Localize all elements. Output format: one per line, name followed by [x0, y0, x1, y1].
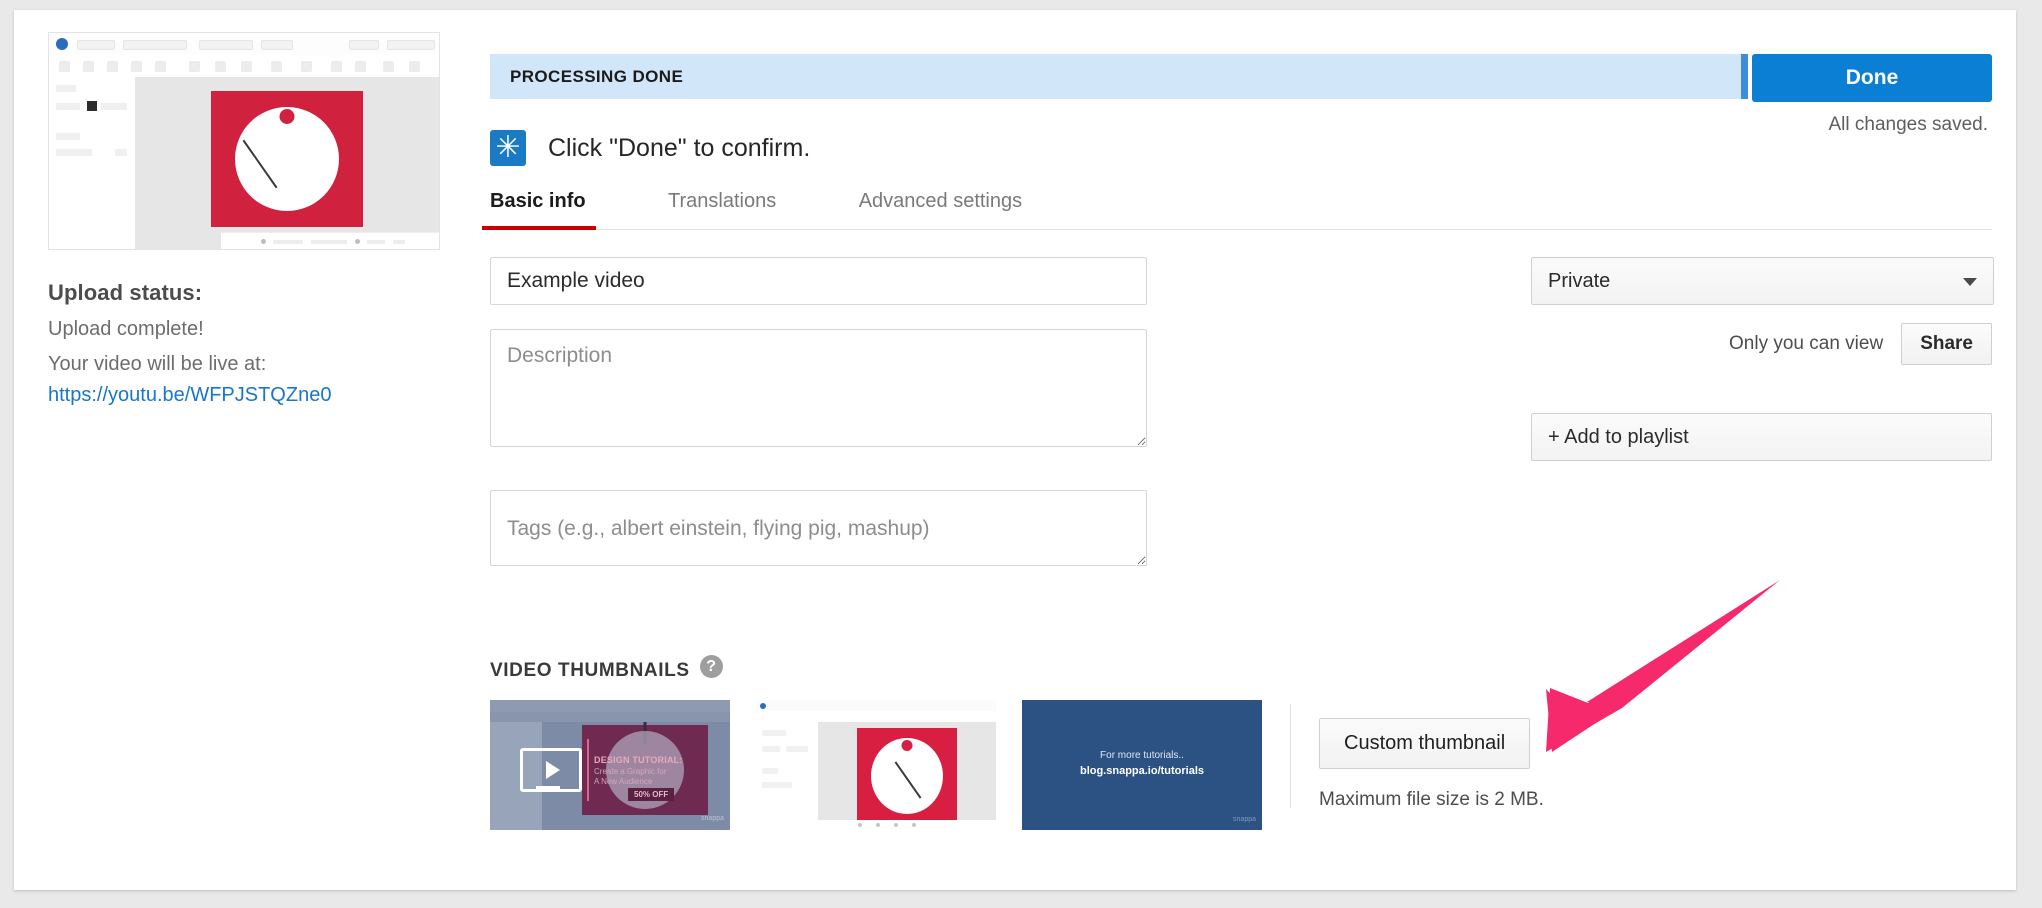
- asterisk-icon: ✳: [490, 130, 526, 166]
- preview-app-footer: [221, 232, 439, 249]
- video-title-input[interactable]: [490, 257, 1147, 305]
- thumbnail-1-badge: 50% OFF: [628, 788, 674, 801]
- thumbnail-divider: [1290, 704, 1291, 808]
- processing-status-banner: PROCESSING DONE: [490, 54, 1741, 99]
- form-left-group: [490, 257, 1147, 571]
- preview-menu-pill: [387, 40, 435, 50]
- video-url-link[interactable]: https://youtu.be/WFPJSTQZne0: [48, 384, 448, 407]
- thumbnail-1-line3: A New Audience: [594, 777, 652, 786]
- tab-translations[interactable]: Translations: [668, 182, 776, 229]
- screenshot-root: Upload status: Upload complete! Your vid…: [0, 0, 2042, 908]
- video-preview-thumbnail[interactable]: [48, 32, 440, 250]
- thumbnail-1-watermark: snappa: [701, 815, 724, 822]
- thumbnail-options-row: DESIGN TUTORIAL: Create a Graphic for A …: [490, 700, 1992, 830]
- thumbnails-label-row: VIDEO THUMBNAILS ?: [490, 660, 1992, 682]
- status-banner-row: PROCESSING DONE Done All changes saved.: [490, 32, 1992, 90]
- upload-complete-text: Upload complete!: [48, 318, 448, 341]
- share-row: Only you can view Share: [1531, 323, 1992, 365]
- video-tags-input[interactable]: [490, 490, 1147, 566]
- tab-basic-info[interactable]: Basic info: [490, 182, 586, 229]
- preview-menu-pill: [199, 40, 253, 50]
- thumbnail-1-art: DESIGN TUTORIAL: Create a Graphic for A …: [582, 725, 708, 815]
- processing-status-text: PROCESSING DONE: [510, 67, 683, 87]
- preview-app-topbar: [49, 33, 439, 56]
- thumbnail-1-line1: DESIGN TUTORIAL:: [594, 755, 683, 765]
- all-changes-saved-text: All changes saved.: [1829, 114, 1989, 136]
- preview-app-sidepanel: [49, 77, 136, 249]
- upload-status-title: Upload status:: [48, 280, 448, 306]
- left-column: Upload status: Upload complete! Your vid…: [48, 32, 448, 407]
- preview-menu-pill: [349, 40, 379, 50]
- tab-bar: Basic info Translations Advanced setting…: [490, 182, 1992, 230]
- custom-thumbnail-group: Custom thumbnail Maximum file size is 2 …: [1319, 700, 1544, 811]
- preview-app-logo-icon: [56, 38, 68, 50]
- main-column: PROCESSING DONE Done All changes saved. …: [490, 32, 1992, 90]
- share-button[interactable]: Share: [1901, 323, 1992, 365]
- video-description-input[interactable]: [490, 329, 1147, 447]
- thumbnail-3-watermark: snappa: [1233, 816, 1256, 823]
- video-thumbnails-label: VIDEO THUMBNAILS: [490, 660, 690, 682]
- upload-details-card: Upload status: Upload complete! Your vid…: [14, 10, 2016, 890]
- preview-dot-shape: [280, 109, 295, 124]
- preview-design-art: [211, 91, 363, 227]
- add-to-playlist-button[interactable]: + Add to playlist: [1531, 413, 1992, 461]
- form-right-group: Private Only you can view Share + Add to…: [1531, 257, 1992, 461]
- monitor-stand-icon: [536, 786, 560, 790]
- max-file-size-note: Maximum file size is 2 MB.: [1319, 789, 1544, 811]
- thumbnail-3-line1: For more tutorials..: [1022, 750, 1262, 761]
- tab-advanced-settings[interactable]: Advanced settings: [859, 182, 1022, 229]
- thumbnail-3-line2: blog.snappa.io/tutorials: [1022, 765, 1262, 777]
- confirm-hint-row: ✳ Click "Done" to confirm.: [490, 130, 810, 166]
- processing-banner-edge: [1741, 54, 1748, 99]
- thumbnail-option-3[interactable]: For more tutorials.. blog.snappa.io/tuto…: [1022, 700, 1262, 830]
- thumbnail-1-line2: Create a Graphic for: [594, 767, 666, 776]
- confirm-hint-text: Click "Done" to confirm.: [548, 134, 810, 163]
- preview-menu-pill: [77, 40, 115, 50]
- thumbnail-option-1[interactable]: DESIGN TUTORIAL: Create a Graphic for A …: [490, 700, 730, 830]
- preview-app-toolbar: [49, 55, 439, 78]
- preview-menu-pill: [261, 40, 293, 50]
- privacy-selected-value: Private: [1548, 270, 1610, 293]
- help-icon[interactable]: ?: [700, 655, 723, 678]
- chevron-down-icon: [1963, 278, 1977, 286]
- privacy-dropdown[interactable]: Private: [1531, 257, 1994, 305]
- preview-app-canvas: [135, 77, 439, 249]
- thumbnail-option-2[interactable]: [756, 700, 996, 830]
- video-thumbnails-section: VIDEO THUMBNAILS ? DESIGN TUTORIAL: Crea…: [490, 660, 1992, 830]
- done-button[interactable]: Done: [1752, 54, 1992, 102]
- thumbnail-2-art: [857, 728, 957, 824]
- video-live-at-label: Your video will be live at:: [48, 353, 448, 376]
- preview-menu-pill: [123, 40, 187, 50]
- visibility-note: Only you can view: [1729, 333, 1883, 355]
- custom-thumbnail-button[interactable]: Custom thumbnail: [1319, 718, 1530, 769]
